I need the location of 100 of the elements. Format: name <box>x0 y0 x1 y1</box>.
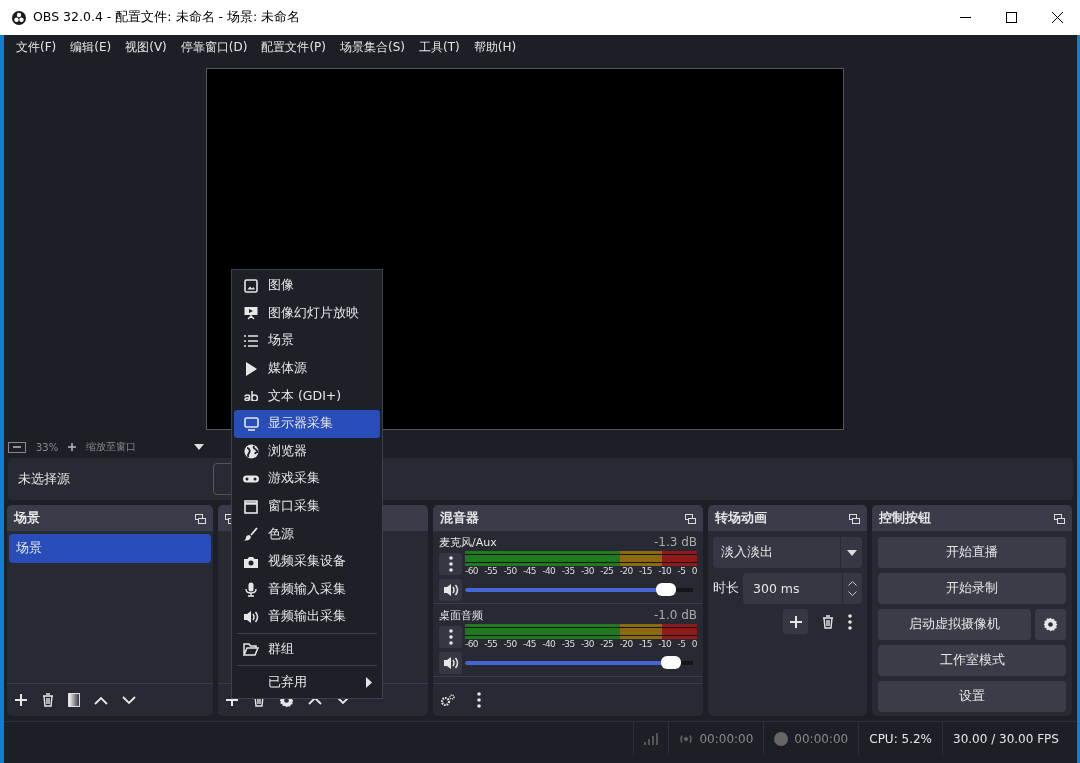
window-title: OBS 32.0.4 - 配置文件: 未命名 - 场景: 未命名 <box>33 9 302 26</box>
channel-menu-button[interactable] <box>439 626 462 648</box>
scene-item[interactable]: 场景 <box>9 534 211 563</box>
scale-label: -60 <box>465 566 478 577</box>
trash-icon[interactable] <box>822 614 834 629</box>
plus-icon[interactable] <box>14 693 28 707</box>
menu-item[interactable]: 群组 <box>234 635 380 664</box>
play-icon <box>245 361 257 376</box>
menu-item[interactable]: 配置文件(P) <box>254 39 333 56</box>
undock-icon[interactable] <box>849 513 860 524</box>
globe-icon <box>243 443 259 459</box>
volume-reading: -1.0 dB <box>653 608 697 622</box>
signal-icon <box>644 732 659 745</box>
scale-label: -40 <box>542 566 556 577</box>
scale-label: -35 <box>561 639 575 650</box>
scale-label: -35 <box>561 566 575 577</box>
dock-title: 转场动画 <box>715 509 767 527</box>
dropdown-caret-icon[interactable] <box>194 444 205 450</box>
slideshow-icon <box>244 306 258 321</box>
paintbrush-icon <box>244 527 258 542</box>
maximize-icon[interactable] <box>1005 12 1017 23</box>
speaker-icon <box>243 609 259 624</box>
settings-button[interactable] <box>1035 609 1066 640</box>
menu-item[interactable]: 音频输入采集 <box>234 575 380 604</box>
undock-icon[interactable] <box>1054 513 1065 524</box>
menu-item[interactable]: 工具(T) <box>412 39 467 56</box>
scale-label: -10 <box>658 566 672 577</box>
gears-icon[interactable] <box>441 694 455 706</box>
menu-item[interactable]: 视频采集设备 <box>234 547 380 576</box>
more-options-icon[interactable] <box>448 629 453 645</box>
transition-dropdown[interactable]: 淡入淡出 <box>713 537 862 568</box>
menu-item[interactable]: 图像 <box>234 272 380 300</box>
undock-icon[interactable] <box>685 513 696 524</box>
scale-label: -50 <box>503 566 517 577</box>
dock-title: 场景 <box>14 509 40 527</box>
scale-label: -30 <box>580 639 594 650</box>
scale-label: -25 <box>600 639 614 650</box>
window-icon <box>244 499 258 514</box>
selected-source-label: 未选择源 <box>18 470 70 488</box>
zoom-level: 33% <box>36 441 59 453</box>
zoom-out-button[interactable] <box>8 441 26 453</box>
cpu-usage: CPU: 5.2% <box>869 731 932 746</box>
control-button[interactable]: 开始直播 <box>878 537 1066 568</box>
volume-reading: -1.3 dB <box>653 535 697 549</box>
menu-item[interactable]: 编辑(E) <box>63 39 119 56</box>
stream-time: 00:00:00 <box>699 731 754 746</box>
menu-item[interactable]: 场景 <box>234 327 380 355</box>
add-transition-button[interactable] <box>783 609 808 634</box>
filter-icon[interactable] <box>68 693 80 707</box>
duration-field[interactable]: 300 ms <box>743 573 862 604</box>
zoom-in-icon[interactable] <box>68 443 77 451</box>
folder-icon <box>243 643 259 656</box>
scale-label: -15 <box>638 566 652 577</box>
broadcast-icon <box>679 733 694 744</box>
scale-label: -55 <box>484 639 498 650</box>
fps-reading: 30.00 / 30.00 FPS <box>953 731 1059 746</box>
more-options-icon[interactable] <box>848 613 852 630</box>
record-icon <box>774 731 789 746</box>
menu-item[interactable]: 帮助(H) <box>466 39 524 56</box>
menu-item[interactable]: 文件(F) <box>9 39 64 56</box>
channel-menu-button[interactable] <box>439 553 462 575</box>
scale-label: -15 <box>638 639 652 650</box>
submenu-arrow-icon <box>366 676 372 688</box>
list-icon <box>244 335 258 347</box>
menu-item[interactable]: 图像幻灯片放映 <box>234 299 380 328</box>
undock-icon[interactable] <box>195 513 206 524</box>
scale-label: -50 <box>503 639 517 650</box>
menu-item[interactable]: 窗口采集 <box>234 492 380 521</box>
menu-item[interactable]: 音频输出采集 <box>234 603 380 631</box>
scale-label: -5 <box>677 639 686 650</box>
menu-item[interactable]: 显示器采集 <box>234 409 380 438</box>
duration-label: 时长 <box>713 580 739 597</box>
scale-label: -45 <box>523 566 536 577</box>
microphone-icon <box>245 581 257 597</box>
close-icon[interactable] <box>1051 12 1063 23</box>
menu-item[interactable]: 色源 <box>234 520 380 548</box>
scale-label: -40 <box>542 639 556 650</box>
more-options-icon[interactable] <box>477 692 481 708</box>
menu-item[interactable]: 停靠窗口(D) <box>173 39 255 56</box>
menu-item[interactable]: 已弃用 <box>234 668 380 696</box>
trash-icon[interactable] <box>42 693 54 707</box>
control-button[interactable]: 启动虚拟摄像机 <box>878 609 1031 640</box>
scale-label: -45 <box>523 639 536 650</box>
menu-item[interactable]: 浏览器 <box>234 437 380 466</box>
zoom-mode[interactable]: 缩放至窗口 <box>86 440 185 454</box>
menu-item[interactable]: 游戏采集 <box>234 465 380 493</box>
control-button[interactable]: 开始录制 <box>878 573 1066 604</box>
record-time: 00:00:00 <box>794 731 849 746</box>
scale-label: 0 <box>691 566 697 577</box>
menu-item[interactable]: 场景集合(S) <box>333 39 412 56</box>
minus-icon <box>13 446 21 448</box>
monitor-icon <box>243 416 259 431</box>
caret-icon <box>846 549 857 556</box>
menu-item[interactable]: 媒体源 <box>234 354 380 383</box>
control-button[interactable]: 设置 <box>878 681 1066 712</box>
menu-item[interactable]: 视图(V) <box>118 39 174 56</box>
menu-item[interactable]: 文本 (GDI+) <box>234 382 380 410</box>
more-options-icon[interactable] <box>448 556 453 572</box>
scale-label: -60 <box>465 639 478 650</box>
control-button[interactable]: 工作室模式 <box>878 645 1066 676</box>
